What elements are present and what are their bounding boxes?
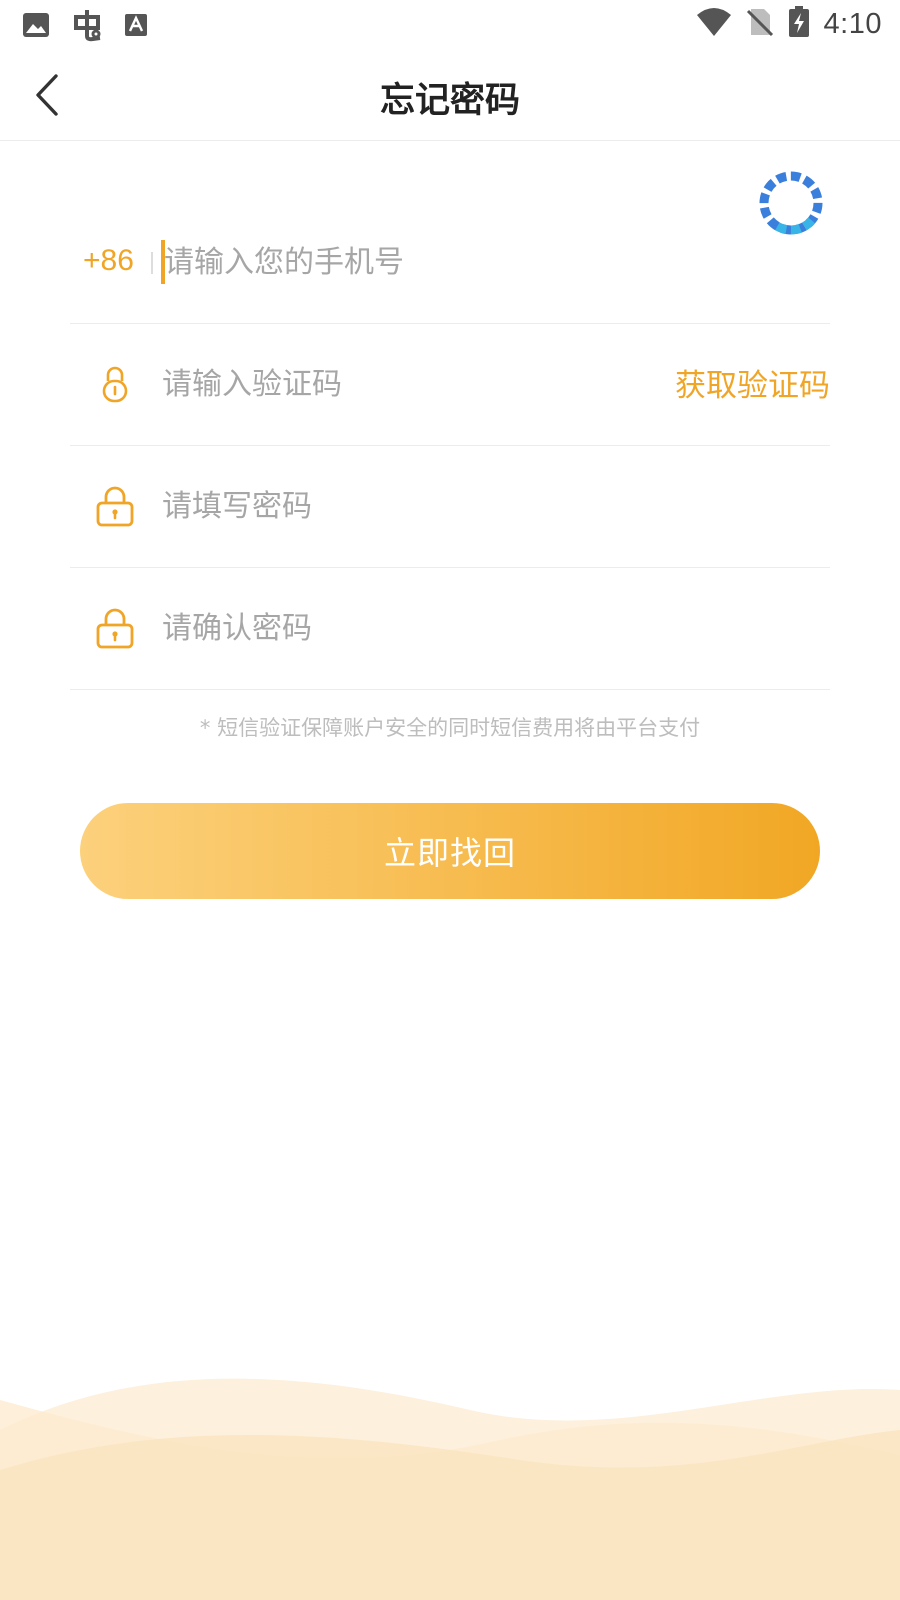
- status-left-icons: [22, 8, 148, 46]
- bug-icon: [70, 8, 104, 46]
- country-code[interactable]: +86: [83, 244, 134, 278]
- page-title: 忘记密码: [379, 81, 520, 121]
- header: 忘记密码: [0, 50, 900, 141]
- get-code-button[interactable]: 获取验证码: [675, 360, 830, 405]
- wifi-icon: [696, 7, 732, 41]
- confirm-password-input[interactable]: [162, 598, 802, 658]
- lock-small-icon: [91, 360, 139, 408]
- phone-row: +86: [70, 202, 830, 324]
- no-sim-icon: [746, 7, 774, 41]
- password-input[interactable]: [162, 476, 802, 536]
- status-time: 4:10: [823, 7, 882, 40]
- password-row: [70, 446, 830, 568]
- country-code-divider: [151, 252, 153, 274]
- confirm-password-row: [70, 568, 830, 690]
- phone-input[interactable]: [164, 232, 804, 292]
- status-bar: 4:10: [0, 0, 900, 50]
- submit-button[interactable]: 立即找回: [80, 803, 820, 899]
- decorative-waves: [0, 1378, 900, 1600]
- text-a-icon: [124, 13, 148, 41]
- verification-code-row: 获取验证码: [70, 324, 830, 446]
- battery-charging-icon: [788, 6, 810, 42]
- lock-icon: [91, 604, 139, 652]
- sms-fee-hint: * 短信验证保障账户安全的同时短信费用将由平台支付: [199, 716, 701, 740]
- lock-icon: [91, 482, 139, 530]
- verification-code-input[interactable]: [162, 354, 602, 414]
- status-right-icons: 4:10: [696, 6, 882, 42]
- image-icon: [22, 12, 50, 42]
